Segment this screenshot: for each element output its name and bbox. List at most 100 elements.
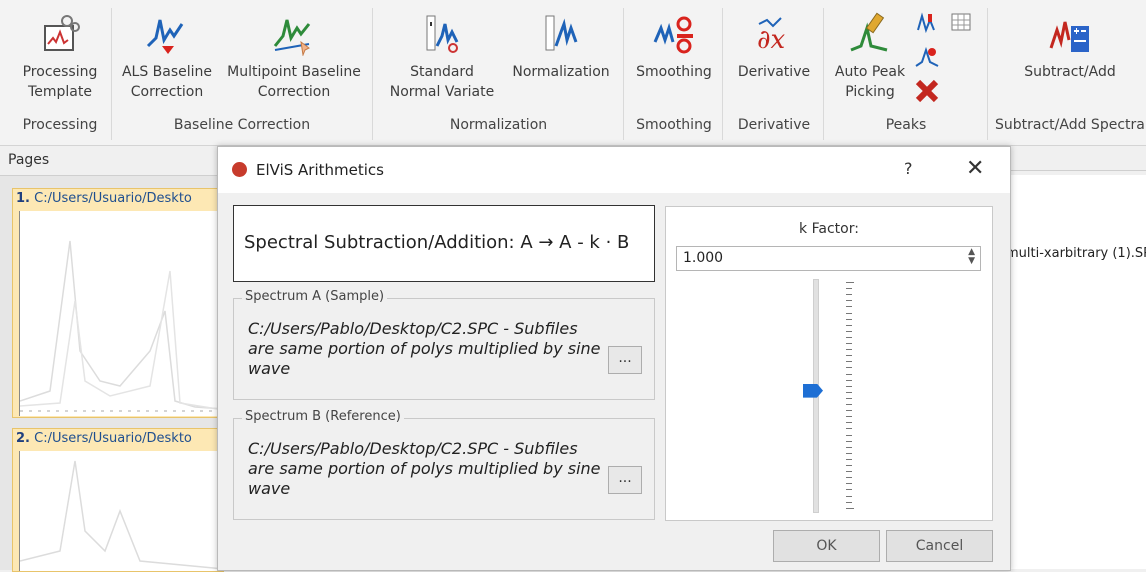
slider-tick xyxy=(846,465,852,466)
processing-template-label-2: Template xyxy=(28,84,92,100)
subtract-add-button[interactable]: Subtract/Add xyxy=(1014,12,1126,82)
slider-tick xyxy=(846,483,852,485)
slider-tick xyxy=(846,336,852,338)
group-label-baseline-correction: Baseline Correction xyxy=(173,117,311,133)
slider-tick xyxy=(846,507,854,509)
spin-arrows-icon[interactable]: ▲ ▼ xyxy=(968,248,975,266)
peak-chart-icon[interactable] xyxy=(914,12,938,34)
group-label-peaks: Peaks xyxy=(885,117,927,133)
page-thumbnail-2[interactable]: 2. C:/Users/Usuario/Deskto xyxy=(12,428,224,572)
cancel-button[interactable]: Cancel xyxy=(886,530,993,562)
processing-template-button[interactable]: Processing Template xyxy=(14,12,106,102)
k-factor-label: k Factor: xyxy=(799,221,859,237)
pages-panel: 1. C:/Users/Usuario/Deskto 2. C:/Users/U… xyxy=(0,175,225,572)
group-separator xyxy=(372,8,373,140)
slider-tick xyxy=(846,294,852,296)
slider-tick xyxy=(846,471,852,473)
k-factor-value: 1.000 xyxy=(683,250,724,266)
multipoint-baseline-label-1: Multipoint Baseline xyxy=(227,64,361,80)
slider-tick xyxy=(846,318,852,320)
slider-tick xyxy=(846,324,852,326)
multipoint-baseline-icon xyxy=(273,19,311,56)
k-factor-slider-ticks xyxy=(846,282,854,512)
processing-template-label-1: Processing xyxy=(22,64,98,80)
als-baseline-label-2: Correction xyxy=(130,84,204,100)
spectrum-b-group: Spectrum B (Reference) C:/Users/Pablo/De… xyxy=(233,409,655,520)
slider-tick xyxy=(846,410,852,412)
page-thumbnail-1[interactable]: 1. C:/Users/Usuario/Deskto xyxy=(12,188,224,418)
slider-tick xyxy=(846,288,852,290)
group-separator xyxy=(722,8,723,140)
spectrum-a-browse-button[interactable]: ... xyxy=(608,346,642,374)
group-label-normalization: Normalization xyxy=(449,117,548,133)
table-icon[interactable] xyxy=(950,12,972,32)
slider-tick xyxy=(846,330,852,332)
slider-tick xyxy=(846,385,852,387)
peak-edit-icon[interactable] xyxy=(914,44,940,70)
slider-tick xyxy=(846,495,852,497)
slider-tick xyxy=(846,452,852,454)
formula-box: Spectral Subtraction/Addition: A → A - k… xyxy=(233,205,655,282)
page-thumbnail-plot xyxy=(19,211,224,416)
als-baseline-label-1: ALS Baseline xyxy=(121,64,213,80)
group-separator xyxy=(987,8,988,140)
normalization-icon xyxy=(545,15,578,51)
auto-peak-picking-button[interactable]: Auto Peak Picking xyxy=(827,12,913,102)
slider-tick xyxy=(846,404,852,405)
document-tab[interactable]: multi-xarbitrary (1).SP xyxy=(1006,246,1146,261)
auto-peak-picking-label-2: Picking xyxy=(845,84,895,100)
k-factor-slider-thumb[interactable] xyxy=(803,383,823,398)
help-button[interactable]: ? xyxy=(904,159,913,178)
auto-peak-picking-label-1: Auto Peak xyxy=(834,64,906,80)
page-path: C:/Users/Usuario/Deskto xyxy=(34,191,192,206)
als-baseline-icon xyxy=(146,19,184,54)
ok-button[interactable]: OK xyxy=(773,530,880,562)
page-index: 1. xyxy=(16,191,30,206)
slider-tick xyxy=(846,312,852,314)
page-index: 2. xyxy=(16,431,30,446)
slider-tick xyxy=(846,440,852,442)
document-area xyxy=(1005,175,1146,569)
document-area-divider xyxy=(1005,170,1146,171)
group-label-derivative: Derivative xyxy=(737,117,811,133)
slider-tick xyxy=(846,391,852,393)
elvis-logo-icon xyxy=(232,162,247,177)
snv-icon xyxy=(426,15,459,53)
arithmetics-dialog: ElViS Arithmetics ? ✕ Spectral Subtracti… xyxy=(217,146,1011,571)
page-thumbnail-title: 2. C:/Users/Usuario/Deskto xyxy=(13,429,223,448)
normalization-button[interactable]: Normalization xyxy=(505,12,617,82)
group-label-smoothing: Smoothing xyxy=(636,117,712,133)
slider-tick xyxy=(846,282,854,283)
pages-title: Pages xyxy=(8,152,50,168)
slider-tick xyxy=(846,422,852,424)
close-button[interactable]: ✕ xyxy=(966,156,984,181)
snv-label-1: Standard xyxy=(410,64,474,80)
snv-button[interactable]: Standard Normal Variate xyxy=(380,12,504,102)
page-thumbnail-plot xyxy=(19,451,224,571)
slider-tick xyxy=(846,379,852,381)
slider-tick xyxy=(846,477,852,479)
snv-label-2: Normal Variate xyxy=(389,84,495,100)
k-factor-spinbox[interactable]: 1.000 ▲ ▼ xyxy=(676,246,981,271)
page-thumbnail-title: 1. C:/Users/Usuario/Deskto xyxy=(13,189,223,208)
delete-peaks-icon[interactable] xyxy=(914,78,940,104)
slider-tick xyxy=(846,458,852,460)
spectrum-b-browse-button[interactable]: ... xyxy=(608,466,642,494)
slider-tick xyxy=(846,361,852,363)
slider-tick xyxy=(846,446,852,448)
smoothing-label: Smoothing xyxy=(636,64,712,80)
subtract-add-label: Subtract/Add xyxy=(1024,64,1116,80)
page-path: C:/Users/Usuario/Deskto xyxy=(34,431,192,446)
group-separator xyxy=(823,8,824,140)
formula-text: Spectral Subtraction/Addition: A → A - k… xyxy=(244,232,630,253)
slider-tick xyxy=(846,434,852,436)
smoothing-icon xyxy=(653,16,693,54)
als-baseline-button[interactable]: ALS Baseline Correction xyxy=(117,12,217,102)
subtract-add-icon xyxy=(1049,21,1089,52)
slider-tick xyxy=(846,367,852,369)
derivative-button[interactable]: ∂x Derivative xyxy=(728,12,820,82)
smoothing-button[interactable]: Smoothing xyxy=(628,12,720,82)
dialog-titlebar: ElViS Arithmetics ? ✕ xyxy=(218,147,1010,193)
ribbon: Processing Template ALS Baseline Correct… xyxy=(0,0,1146,146)
multipoint-baseline-button[interactable]: Multipoint Baseline Correction xyxy=(221,12,367,102)
